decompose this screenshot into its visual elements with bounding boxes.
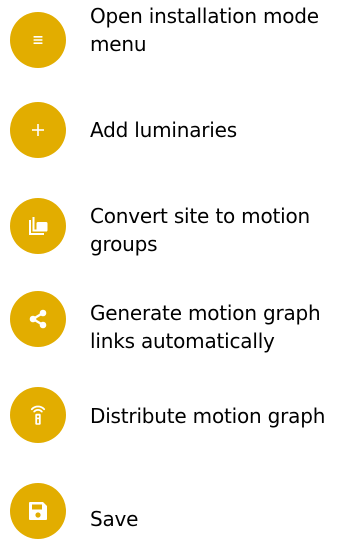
distribute-motion-graph-item[interactable]: Distribute motion graph <box>0 387 342 451</box>
open-installation-mode-menu-item[interactable]: Open installation mode menu <box>0 4 342 72</box>
share-icon <box>25 306 51 332</box>
distribute-motion-graph-label: Distribute motion graph <box>90 404 326 428</box>
add-luminaries-button[interactable] <box>10 102 66 158</box>
add-luminaries-item[interactable]: Add luminaries <box>0 102 342 166</box>
open-installation-mode-menu-label: Open installation mode menu <box>90 4 319 56</box>
convert-site-to-motion-groups-label: Convert site to motion groups <box>90 204 310 256</box>
add-luminaries-label: Add luminaries <box>90 118 237 142</box>
convert-site-to-motion-groups-button[interactable] <box>10 198 66 254</box>
installation-actions-menu: Open installation mode menu Add luminari… <box>0 0 342 539</box>
plus-icon <box>26 118 50 142</box>
save-icon <box>25 498 51 524</box>
save-button[interactable] <box>10 483 66 539</box>
open-installation-mode-menu-button[interactable] <box>10 12 66 68</box>
convert-site-to-motion-groups-item[interactable]: Convert site to motion groups <box>0 198 342 262</box>
distribute-motion-graph-button[interactable] <box>10 387 66 443</box>
generate-motion-graph-links-label: Generate motion graph links automaticall… <box>90 301 321 353</box>
menu-icon <box>26 28 50 52</box>
generate-motion-graph-links-button[interactable] <box>10 291 66 347</box>
generate-motion-graph-links-item[interactable]: Generate motion graph links automaticall… <box>0 291 342 355</box>
save-label: Save <box>90 507 139 531</box>
layers-icon <box>25 213 51 239</box>
remote-icon <box>25 402 51 428</box>
save-item[interactable]: Save <box>0 483 342 547</box>
